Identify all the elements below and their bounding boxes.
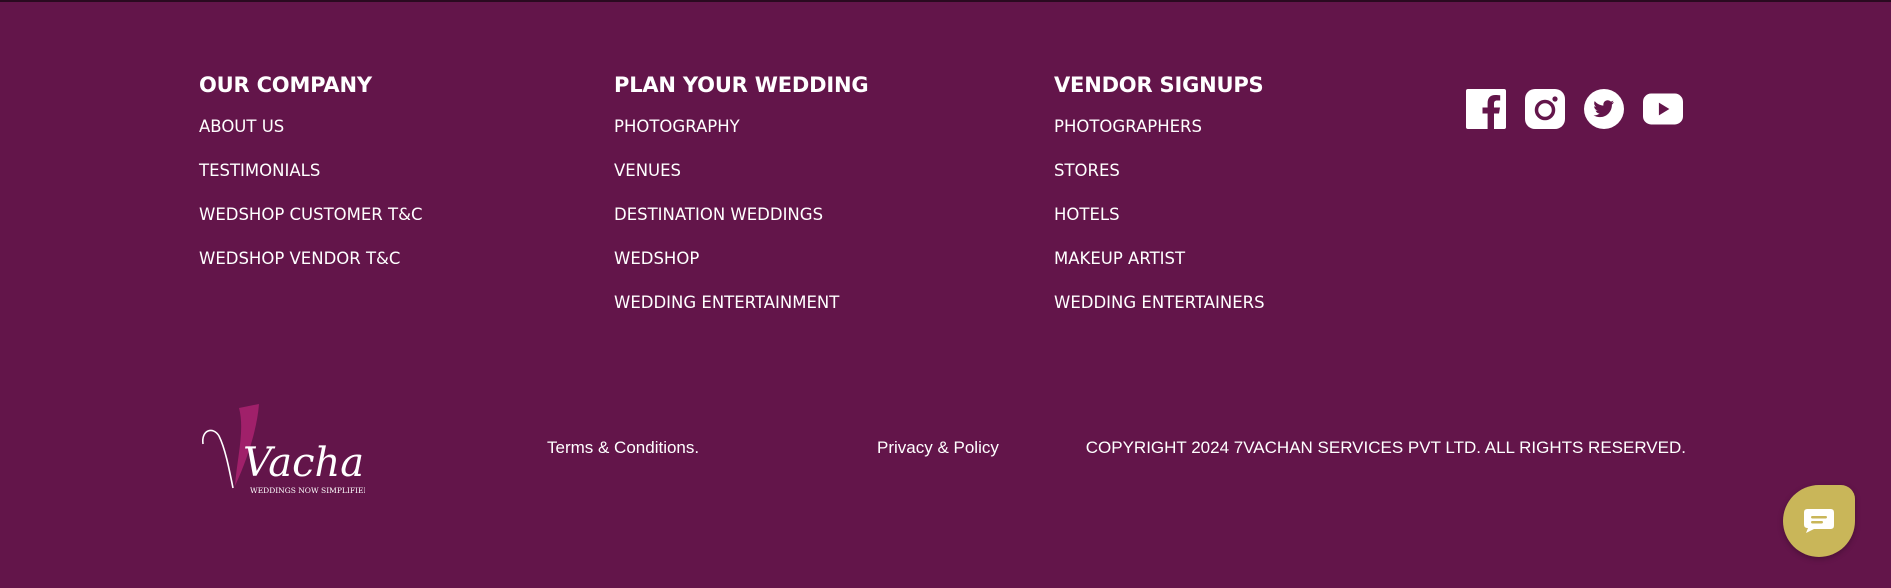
chat-button[interactable] [1783,485,1855,557]
makeup-artist-link[interactable]: MAKEUP ARTIST [1054,248,1185,270]
logo-swash [202,429,234,489]
link-list: PHOTOGRAPHERS STORES HOTELS MAKEUP ARTIS… [1054,116,1265,336]
list-item: HOTELS [1054,204,1265,248]
privacy-policy-link[interactable]: Privacy & Policy [877,436,999,460]
facebook-icon[interactable] [1466,87,1506,131]
list-item: PHOTOGRAPHERS [1054,116,1265,160]
wedding-entertainers-link[interactable]: WEDDING ENTERTAINERS [1054,292,1265,314]
list-item: TESTIMONIALS [199,160,422,204]
footer-column-our-company: OUR COMPANY ABOUT US TESTIMONIALS WEDSHO… [199,72,422,292]
copyright-text: COPYRIGHT 2024 7VACHAN SERVICES PVT LTD.… [1085,438,1686,457]
list-item: ABOUT US [199,116,422,160]
list-item: STORES [1054,160,1265,204]
brand-logo[interactable]: Vachan WEDDINGS NOW SIMPLIFIED [199,400,390,496]
list-item: MAKEUP ARTIST [1054,248,1265,292]
top-divider [0,0,1891,2]
list-item: VENUES [614,160,868,204]
instagram-icon[interactable] [1525,87,1565,131]
stores-link[interactable]: STORES [1054,160,1120,182]
testimonials-link[interactable]: TESTIMONIALS [199,160,320,182]
link-list: ABOUT US TESTIMONIALS WEDSHOP CUSTOMER T… [199,116,422,292]
wedshop-link[interactable]: WEDSHOP [614,248,699,270]
wedshop-vendor-tc-link[interactable]: WEDSHOP VENDOR T&C [199,248,400,270]
venues-link[interactable]: VENUES [614,160,681,182]
logo-tagline: WEDDINGS NOW SIMPLIFIED [250,486,365,495]
list-item: WEDDING ENTERTAINMENT [614,292,868,336]
destination-weddings-link[interactable]: DESTINATION WEDDINGS [614,204,823,226]
column-heading: OUR COMPANY [199,73,372,97]
list-item: DESTINATION WEDDINGS [614,204,868,248]
wedshop-customer-tc-link[interactable]: WEDSHOP CUSTOMER T&C [199,204,422,226]
wedding-entertainment-link[interactable]: WEDDING ENTERTAINMENT [614,292,839,314]
logo-wordmark: Vachan [243,440,365,486]
list-item: WEDSHOP CUSTOMER T&C [199,204,422,248]
photographers-link[interactable]: PHOTOGRAPHERS [1054,116,1202,138]
list-item: PHOTOGRAPHY [614,116,868,160]
about-us-link[interactable]: ABOUT US [199,116,284,138]
footer-column-vendor-signups: VENDOR SIGNUPS PHOTOGRAPHERS STORES HOTE… [1054,72,1265,336]
youtube-icon[interactable] [1643,87,1683,131]
photography-link[interactable]: PHOTOGRAPHY [614,116,740,138]
social-links [1466,87,1683,131]
list-item: WEDSHOP [614,248,868,292]
link-list: PHOTOGRAPHY VENUES DESTINATION WEDDINGS … [614,116,868,336]
column-heading: PLAN YOUR WEDDING [614,73,869,97]
chat-bubble-icon [1804,509,1834,533]
hotels-link[interactable]: HOTELS [1054,204,1120,226]
twitter-icon[interactable] [1584,87,1624,131]
column-heading: VENDOR SIGNUPS [1054,73,1264,97]
list-item: WEDDING ENTERTAINERS [1054,292,1265,336]
footer-column-plan-your-wedding: PLAN YOUR WEDDING PHOTOGRAPHY VENUES DES… [614,72,869,336]
terms-conditions-link[interactable]: Terms & Conditions. [547,436,699,460]
list-item: WEDSHOP VENDOR T&C [199,248,422,292]
